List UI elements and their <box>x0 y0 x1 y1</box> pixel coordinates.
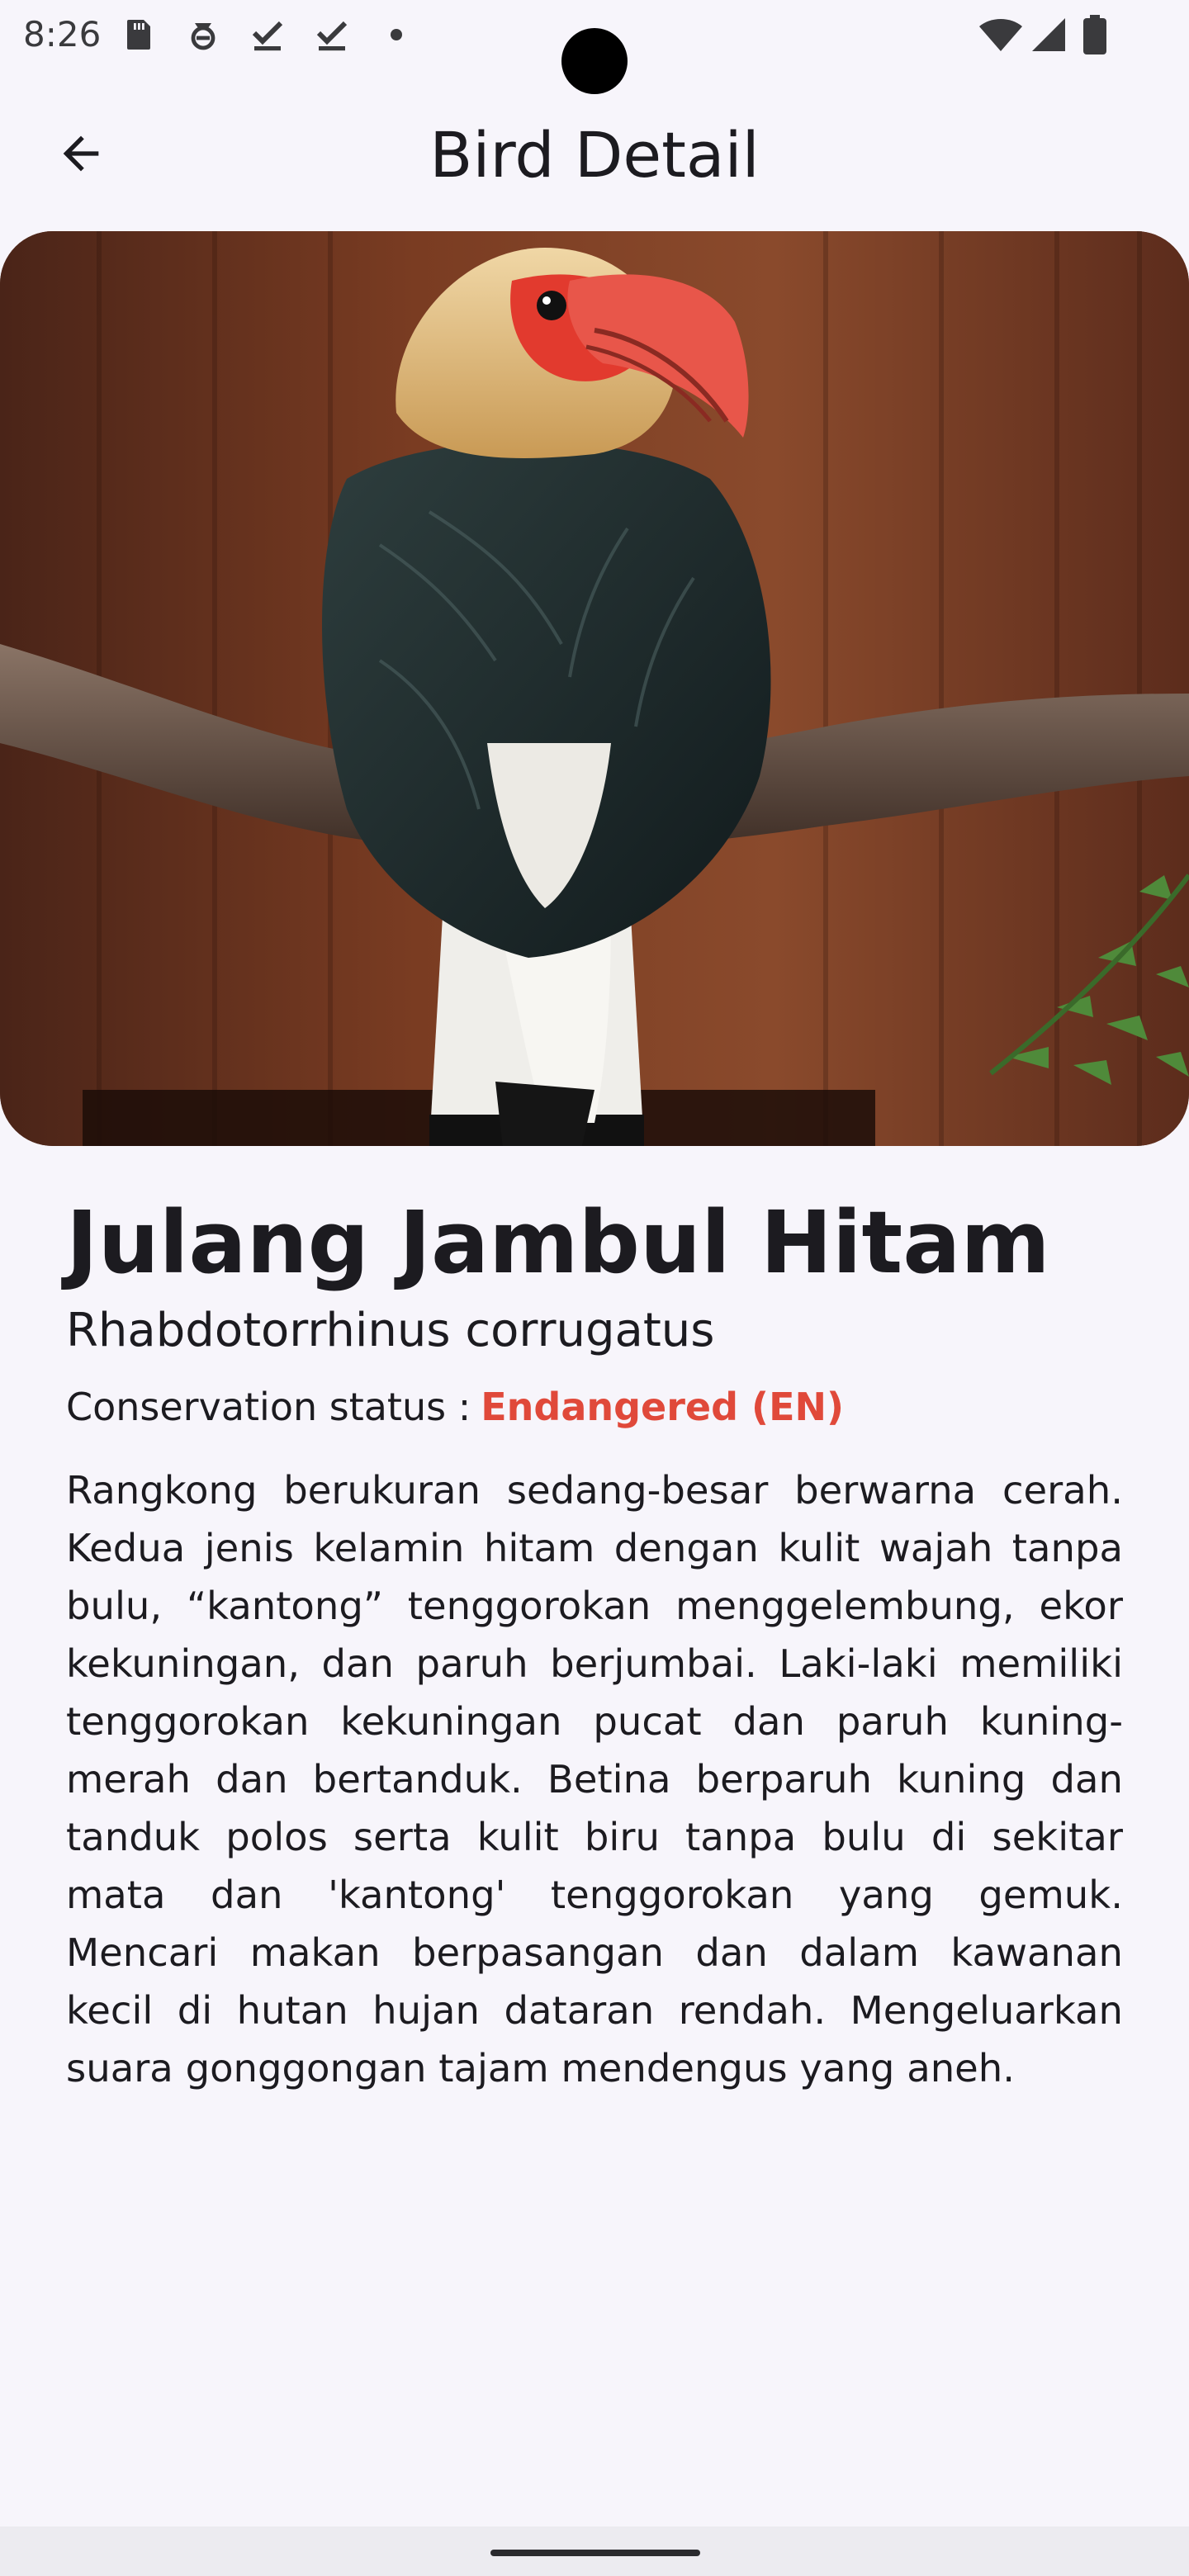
download-done-icon <box>248 15 287 54</box>
dot-icon <box>377 15 416 54</box>
gesture-handle[interactable] <box>490 2550 700 2556</box>
bird-name: Julang Jambul Hitam <box>66 1192 1050 1293</box>
assistant-icon <box>183 15 223 54</box>
conservation-status: Conservation status : Endangered (EN) <box>66 1380 1123 1433</box>
top-app-bar: Bird Detail <box>0 91 1189 215</box>
bird-detail-screen: 8:26 Bird Detail Julang Jambul Hitam Rha… <box>0 0 1189 2576</box>
conservation-status-label: Conservation status : <box>66 1385 471 1429</box>
status-time: 8:26 <box>23 14 102 54</box>
bird-description: Rangkong berukuran sedang-besar berwarna… <box>66 1468 1123 2091</box>
wifi-icon <box>978 15 1024 54</box>
cellular-signal-icon <box>1029 15 1068 54</box>
camera-cutout <box>561 28 628 94</box>
status-bar: 8:26 <box>0 0 1189 94</box>
bird-info: Julang Jambul Hitam Rhabdotorrhinus corr… <box>66 1189 1123 2097</box>
conservation-status-value: Endangered (EN) <box>481 1385 845 1429</box>
download-done-icon <box>312 15 352 54</box>
sd-card-icon <box>119 15 159 54</box>
navigation-bar <box>0 2526 1189 2576</box>
scientific-name: Rhabdotorrhinus corrugatus <box>66 1304 715 1357</box>
bird-image <box>0 231 1189 1146</box>
battery-icon <box>1080 15 1110 54</box>
page-title: Bird Detail <box>429 118 760 192</box>
